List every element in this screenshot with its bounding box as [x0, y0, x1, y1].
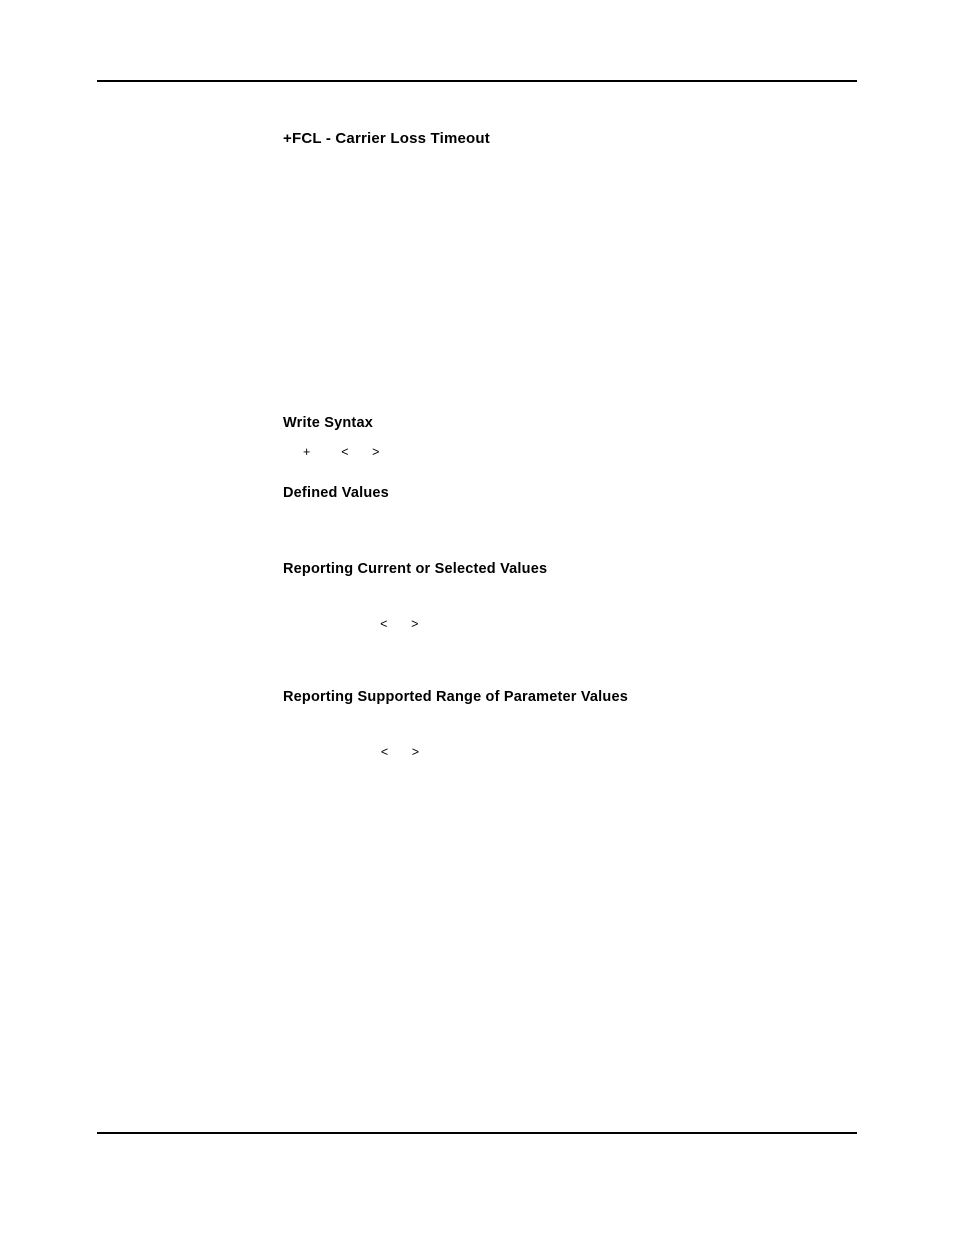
range-resp-inner: time — [388, 745, 412, 759]
angle-right-icon: > — [412, 745, 419, 759]
report-current-block: Command: +FCL? Response: <time> Example:… — [283, 591, 857, 689]
report-current-cmd: Command: +FCL? — [303, 591, 857, 611]
rule-bottom — [97, 1132, 857, 1134]
range-resp-suffix: range) — [419, 745, 459, 759]
report-range-ex: Example: (0-255) — [303, 765, 857, 785]
report-range-block: Command: +FCS=? Response: ( <time> range… — [283, 719, 857, 825]
page: +FCL - Carrier Loss Timeout This paramet… — [0, 0, 954, 1235]
report-range-resp: Response: ( <time> range) — [303, 745, 857, 759]
angle-right-icon: > — [411, 617, 418, 631]
intro-text: This parameter allows the DTE to select … — [283, 147, 857, 327]
write-syntax-title: Write Syntax — [283, 415, 857, 431]
report-range-cmd: Command: +FCS=? — [303, 719, 857, 739]
angle-left-icon: < — [341, 445, 348, 459]
defined-values-block: <value> Decimal number corresponding to … — [283, 501, 857, 561]
report-current-resp: Response: <time> — [303, 617, 857, 631]
rule-top — [97, 80, 857, 82]
syntax-mid: FCL= — [310, 445, 341, 459]
resp-inner: time — [387, 617, 411, 631]
section-title: +FCL - Carrier Loss Timeout — [283, 130, 857, 147]
write-syntax-line: +FCL=<time> — [303, 445, 857, 459]
defined-values-text: <value> Decimal number corresponding to … — [283, 501, 857, 541]
defined-values-title: Defined Values — [283, 485, 857, 501]
report-range-title: Reporting Supported Range of Parameter V… — [283, 689, 857, 705]
report-current-ex: Example: 0 For the default setting. — [303, 637, 857, 657]
angle-right-icon: > — [372, 445, 379, 459]
gap1 — [283, 459, 857, 485]
content-block: +FCL - Carrier Loss Timeout This paramet… — [283, 130, 857, 825]
syntax-inner: time — [349, 445, 373, 459]
range-resp-prefix: Response: ( — [303, 745, 370, 759]
intro-space: This parameter allows the DTE to select … — [283, 147, 857, 415]
report-current-title: Reporting Current or Selected Values — [283, 561, 857, 577]
resp-prefix: Response: — [303, 617, 363, 631]
